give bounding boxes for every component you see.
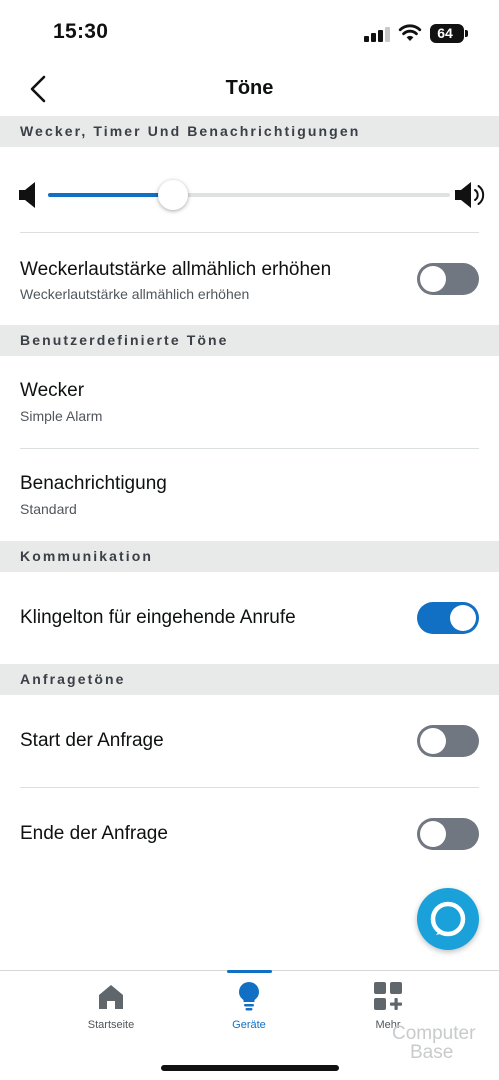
wifi-icon xyxy=(398,24,422,41)
section-label: Wecker, Timer Und Benachrichtigungen xyxy=(20,123,361,139)
request-start-toggle[interactable] xyxy=(417,725,479,757)
row-ringtone[interactable]: Klingelton für eingehende Anrufe xyxy=(0,572,499,664)
nav-header: Töne xyxy=(0,66,499,116)
tab-label: Startseite xyxy=(87,1019,135,1031)
section-header-alarms: Wecker, Timer Und Benachrichtigungen xyxy=(0,116,499,147)
cellular-signal-icon xyxy=(364,26,390,42)
alexa-icon xyxy=(430,901,466,937)
row-title: Wecker xyxy=(20,380,85,401)
row-subtitle: Simple Alarm xyxy=(20,408,103,424)
toggle-knob xyxy=(420,266,446,292)
row-request-start[interactable]: Start der Anfrage xyxy=(0,695,499,787)
home-icon xyxy=(99,985,123,1009)
row-subtitle: Standard xyxy=(20,501,77,517)
speaker-low-icon xyxy=(19,182,35,208)
section-label: Anfragetöne xyxy=(20,671,126,687)
section-header-communication: Kommunikation xyxy=(0,541,499,572)
row-alarm-tone[interactable]: Wecker Simple Alarm xyxy=(0,356,499,448)
section-header-custom-tones: Benutzerdefinierte Töne xyxy=(0,325,499,356)
row-title: Ende der Anfrage xyxy=(20,823,168,844)
toggle-knob xyxy=(450,605,476,631)
battery-level: 64 xyxy=(437,25,453,41)
section-header-request-tones: Anfragetöne xyxy=(0,664,499,695)
volume-slider-thumb[interactable] xyxy=(158,180,188,210)
status-time: 15:30 xyxy=(53,20,109,43)
watermark-logo: Computer Base xyxy=(392,1024,492,1074)
toggle-knob xyxy=(420,728,446,754)
grid-plus-icon xyxy=(374,982,402,1010)
section-label: Benutzerdefinierte Töne xyxy=(20,332,229,348)
watermark-line: Base xyxy=(410,1042,454,1063)
row-title: Benachrichtigung xyxy=(20,473,167,494)
home-indicator xyxy=(161,1065,339,1071)
row-title: Weckerlautstärke allmählich erhöhen xyxy=(20,259,332,280)
row-title: Start der Anfrage xyxy=(20,730,164,751)
request-end-toggle[interactable] xyxy=(417,818,479,850)
status-bar: 15:30 64 xyxy=(0,0,499,66)
row-title: Klingelton für eingehende Anrufe xyxy=(20,607,296,628)
row-request-end[interactable]: Ende der Anfrage xyxy=(0,788,499,880)
row-notification-tone[interactable]: Benachrichtigung Standard xyxy=(0,449,499,541)
tab-home[interactable]: Startseite xyxy=(61,971,161,1041)
lightbulb-icon xyxy=(239,982,259,1011)
page-title: Töne xyxy=(225,77,274,99)
tab-devices[interactable]: Geräte xyxy=(199,971,299,1041)
section-label: Kommunikation xyxy=(20,548,154,564)
row-gradual-volume[interactable]: Weckerlautstärke allmählich erhöhen Weck… xyxy=(0,233,499,325)
battery-icon: 64 xyxy=(430,24,468,43)
alexa-button[interactable] xyxy=(417,888,479,950)
ringtone-toggle[interactable] xyxy=(417,602,479,634)
row-subtitle: Weckerlautstärke allmählich erhöhen xyxy=(20,286,250,302)
volume-slider-track[interactable] xyxy=(48,193,450,197)
speaker-high-icon xyxy=(455,182,485,208)
tab-label: Geräte xyxy=(232,1019,266,1031)
gradual-volume-toggle[interactable] xyxy=(417,263,479,295)
volume-slider-fill xyxy=(48,193,173,197)
watermark-line: Computer xyxy=(392,1023,476,1044)
toggle-knob xyxy=(420,821,446,847)
